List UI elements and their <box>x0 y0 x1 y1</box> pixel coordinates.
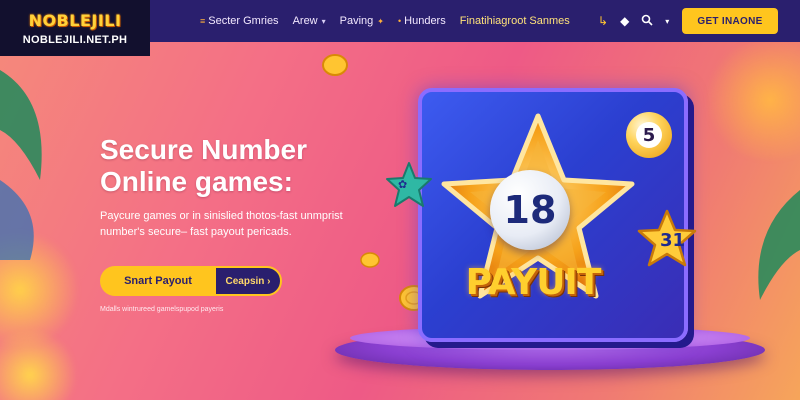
nav-link-label: Secter Gmries <box>208 15 279 27</box>
hero-title-line-2: Online games: <box>100 166 293 197</box>
wallet-icon[interactable]: ↳ <box>598 14 608 28</box>
nav-link-label: Paving <box>339 15 374 27</box>
start-payout-button[interactable]: Snart Payout <box>100 266 216 296</box>
decor-glow-bottom-left <box>0 330 80 400</box>
search-icon[interactable] <box>641 14 653 29</box>
payout-badge-text: PAYUIT <box>465 262 602 303</box>
top-nav: NOBLEJILI NOBLEJILI.NET.PH ≡ Secter Gmri… <box>0 0 800 56</box>
nav-link-finatihiagroot[interactable]: Finatihiagroot Sanmes <box>460 15 570 27</box>
ball-face: 5 <box>636 122 662 148</box>
brand-logo[interactable]: NOBLEJILI NOBLEJILI.NET.PH <box>0 0 150 56</box>
nav-link-arew[interactable]: Arew ▾ <box>293 15 326 27</box>
coin-icon <box>360 252 380 268</box>
star-small-left-icon <box>386 162 432 207</box>
coin-icon <box>322 54 348 76</box>
decor-glow-top-right <box>700 40 800 160</box>
nav-link-secter-gmries[interactable]: ≡ Secter Gmries <box>200 15 279 27</box>
nav-link-label: Finatihiagroot Sanmes <box>459 15 570 27</box>
chevron-down-icon[interactable]: ▾ <box>665 17 669 26</box>
nav-link-hunders[interactable]: • Hunders <box>398 15 446 27</box>
sparkle-icon: ✦ <box>377 16 384 26</box>
hero-note: Mdalls wintrureed gamelspupod payeris <box>100 306 224 313</box>
get-started-button[interactable]: GET INAONE <box>682 8 778 34</box>
site-domain: NOBLEJILI.NET.PH <box>22 33 128 46</box>
nav-links: ≡ Secter Gmries Arew ▾ Paving ✦ • Hunder… <box>200 0 584 42</box>
star-number: 31 <box>660 230 686 251</box>
hero-title: Secure Number Online games: <box>100 134 380 198</box>
spark-icon: ≡ <box>200 16 206 26</box>
star-small-face: ✿ <box>398 178 408 191</box>
number-ball-main: 18 <box>490 170 570 250</box>
nav-link-label: Arew <box>292 15 318 27</box>
chevron-down-icon: ▾ <box>321 16 326 26</box>
campaign-button[interactable]: Ceapsin › <box>214 266 282 296</box>
hero-title-line-1: Secure Number <box>100 134 307 165</box>
palm-leaf-right-icon <box>758 190 800 300</box>
nav-link-paving[interactable]: Paving ✦ <box>340 15 384 27</box>
nav-icons: ↳ ◆ ▾ <box>598 0 681 42</box>
nav-link-label: Hunders <box>404 15 446 27</box>
palm-leaf-left-icon <box>0 70 42 260</box>
tag-icon[interactable]: ◆ <box>620 14 629 28</box>
number-ball-small: 5 <box>626 112 672 158</box>
bullet-icon: • <box>397 16 402 26</box>
hero-description: Paycure games or in sinislied thotos-fas… <box>100 210 343 238</box>
logo-text: NOBLEJILI <box>28 10 122 30</box>
